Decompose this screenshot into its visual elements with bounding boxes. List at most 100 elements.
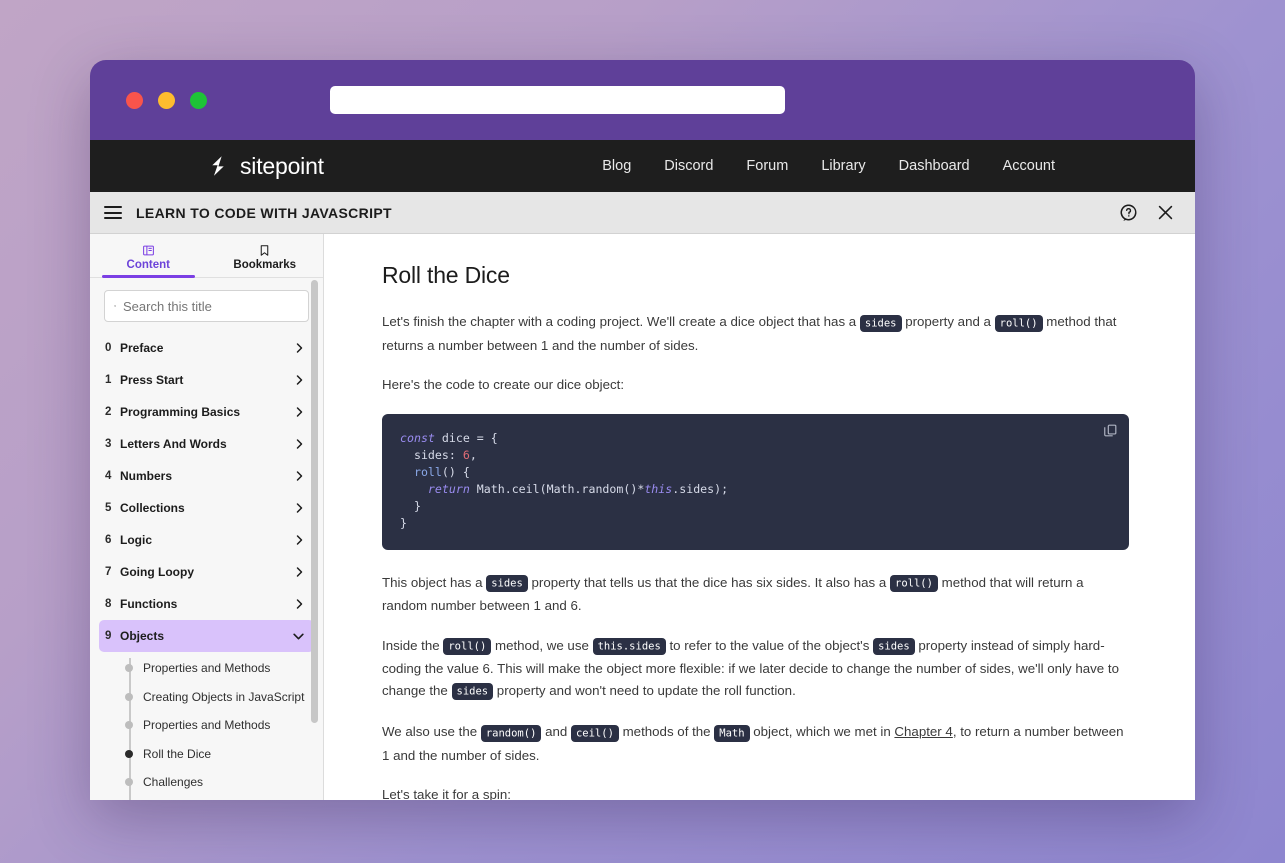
subitem-challenges[interactable]: Challenges: [125, 768, 314, 797]
toc-label: Letters And Words: [120, 437, 293, 451]
code-token-this: this: [644, 482, 672, 496]
subitem-creating-objects-in-javascript[interactable]: Creating Objects in JavaScript: [125, 683, 314, 712]
subitem-properties-and-methods-1[interactable]: Properties and Methods: [125, 654, 314, 683]
subitem-label: Properties and Methods: [143, 718, 270, 732]
inline-code-sides: sides: [860, 315, 902, 332]
nav-link-forum[interactable]: Forum: [746, 158, 788, 174]
paragraph-take-for-spin: Let's take it for a spin:: [382, 784, 1129, 800]
sidebar-tabs: Content Bookmarks: [90, 234, 323, 278]
tab-bookmarks[interactable]: Bookmarks: [207, 234, 324, 277]
toc-chapter-1[interactable]: 1 Press Start: [99, 364, 314, 396]
book-title: LEARN TO CODE WITH JAVASCRIPT: [136, 205, 392, 221]
close-window-button[interactable]: [126, 92, 143, 109]
chevron-right-icon: [293, 566, 305, 578]
subitem-roll-the-dice[interactable]: Roll the Dice: [125, 740, 314, 769]
toc-chapter-7[interactable]: 7 Going Loopy: [99, 556, 314, 588]
search-input[interactable]: [123, 299, 299, 314]
toc-chapter-2[interactable]: 2 Programming Basics: [99, 396, 314, 428]
subitem-properties-and-methods-2[interactable]: Properties and Methods: [125, 711, 314, 740]
paragraph-code-lead: Here's the code to create our dice objec…: [382, 374, 1129, 396]
inline-code-roll: roll(): [890, 575, 938, 592]
nav-link-library[interactable]: Library: [821, 158, 865, 174]
app-bar-actions: [1119, 203, 1181, 222]
sidebar-search-wrapper: [90, 278, 323, 328]
nav-link-dashboard[interactable]: Dashboard: [899, 158, 970, 174]
sidebar-scrollbar-thumb[interactable]: [311, 280, 318, 723]
maximize-window-button[interactable]: [190, 92, 207, 109]
toc-chapter-0[interactable]: 0 Preface: [99, 332, 314, 364]
code-token-const: const: [400, 431, 435, 445]
text-fragment: object, which we met in: [750, 724, 895, 739]
toc-number: 8: [105, 598, 120, 610]
code-token-function: roll: [400, 465, 442, 479]
toc-number: 0: [105, 342, 120, 354]
text-fragment: We also use the: [382, 724, 481, 739]
toc-number: 9: [105, 630, 120, 642]
toc-number: 4: [105, 470, 120, 482]
text-fragment: and: [541, 724, 571, 739]
toc-chapter-3[interactable]: 3 Letters And Words: [99, 428, 314, 460]
tab-content-label: Content: [127, 259, 170, 271]
search-icon: [114, 299, 116, 313]
subitem-label: Roll the Dice: [143, 747, 211, 761]
code-token-return: return: [400, 482, 470, 496]
tab-content[interactable]: Content: [90, 234, 207, 277]
toc-number: 3: [105, 438, 120, 450]
content-panel-icon: [142, 244, 155, 257]
code-text: const dice = { sides: 6, roll() { return…: [400, 430, 1111, 532]
toc-chapter-8[interactable]: 8 Functions: [99, 588, 314, 620]
code-token-number: 6: [463, 448, 470, 462]
reader-app-bar: LEARN TO CODE WITH JAVASCRIPT: [90, 192, 1195, 234]
toc-number: 6: [105, 534, 120, 546]
sidebar-scrollbar[interactable]: [311, 280, 318, 800]
search-box[interactable]: [104, 290, 309, 322]
browser-titlebar: [90, 60, 1195, 140]
toc-chapter-9-objects[interactable]: 9 Objects: [99, 620, 314, 652]
bullet-icon: [125, 693, 133, 701]
nav-link-blog[interactable]: Blog: [602, 158, 631, 174]
inline-code-sides: sides: [873, 638, 915, 655]
inline-code-sides: sides: [452, 683, 494, 700]
paragraph-this-sides: Inside the roll() method, we use this.si…: [382, 635, 1129, 704]
minimize-window-button[interactable]: [158, 92, 175, 109]
chevron-right-icon: [293, 342, 305, 354]
text-fragment: property and won't need to update the ro…: [493, 683, 796, 698]
nav-link-discord[interactable]: Discord: [664, 158, 713, 174]
browser-window: sitepoint Blog Discord Forum Library Das…: [90, 60, 1195, 800]
toc-chapter-4[interactable]: 4 Numbers: [99, 460, 314, 492]
text-fragment: Inside the: [382, 638, 443, 653]
link-chapter-4[interactable]: Chapter 4: [894, 724, 952, 739]
code-token: .sides);: [672, 482, 728, 496]
text-fragment: property that tells us that the dice has…: [528, 575, 890, 590]
close-icon[interactable]: [1156, 203, 1175, 222]
toc-number: 5: [105, 502, 120, 514]
toc-chapter-5[interactable]: 5 Collections: [99, 492, 314, 524]
text-fragment: Let's finish the chapter with a coding p…: [382, 314, 860, 329]
chevron-right-icon: [293, 598, 305, 610]
chevron-down-icon: [292, 630, 305, 643]
menu-icon[interactable]: [104, 206, 122, 219]
text-fragment: to refer to the value of the object's: [666, 638, 873, 653]
toc-chapter-6[interactable]: 6 Logic: [99, 524, 314, 556]
copy-icon[interactable]: [1103, 423, 1118, 438]
paragraph-intro: Let's finish the chapter with a coding p…: [382, 311, 1129, 356]
toc-label: Preface: [120, 341, 293, 355]
sitepoint-logo[interactable]: sitepoint: [205, 153, 324, 180]
toc-label: Functions: [120, 597, 293, 611]
toc-label: Numbers: [120, 469, 293, 483]
chevron-right-icon: [293, 406, 305, 418]
toc-label: Going Loopy: [120, 565, 293, 579]
code-token: }: [400, 516, 407, 530]
chapter-content: Roll the Dice Let's finish the chapter w…: [324, 234, 1195, 800]
bullet-icon: [125, 664, 133, 672]
toc-label: Programming Basics: [120, 405, 293, 419]
nav-link-account[interactable]: Account: [1003, 158, 1055, 174]
text-fragment: This object has a: [382, 575, 486, 590]
chapter-subitems: Properties and Methods Creating Objects …: [99, 654, 314, 797]
toc-number: 7: [105, 566, 120, 578]
tab-bookmarks-label: Bookmarks: [233, 259, 296, 271]
inline-code-random: random(): [481, 725, 542, 742]
help-icon[interactable]: [1119, 203, 1138, 222]
url-input[interactable]: [330, 86, 785, 114]
code-token: ,: [470, 448, 477, 462]
